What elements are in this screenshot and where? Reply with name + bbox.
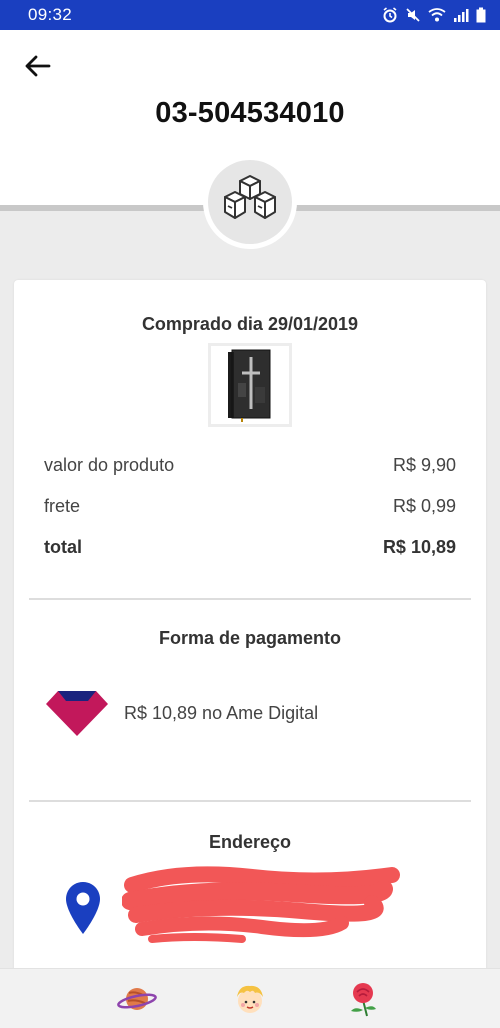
bottom-navigation — [0, 968, 500, 1028]
arrow-left-icon — [25, 55, 51, 77]
payment-description: R$ 10,89 no Ame Digital — [124, 702, 319, 723]
total-amount: R$ 10,89 — [382, 537, 456, 557]
freight-amount: R$ 0,99 — [392, 496, 456, 516]
total-label: total — [44, 537, 82, 557]
address-section-title: Endereço — [208, 832, 292, 852]
status-bar: 09:32 — [0, 0, 500, 30]
order-status-badge — [203, 155, 297, 249]
map-pin-icon — [64, 880, 102, 941]
signal-icon — [454, 9, 469, 22]
total-row: total R$ 10,89 — [44, 537, 456, 558]
wifi-icon — [428, 8, 446, 22]
payment-method: R$ 10,89 no Ame Digital — [44, 688, 318, 738]
nav-profile[interactable] — [226, 975, 274, 1023]
divider — [29, 800, 471, 802]
payment-section-title: Forma de pagamento — [158, 628, 342, 648]
nav-rose[interactable] — [339, 975, 387, 1023]
freight-row: frete R$ 0,99 — [44, 496, 456, 517]
boxes-icon — [224, 175, 276, 219]
divider — [29, 598, 471, 600]
order-details-card: Comprado dia 29/01/2019 valor do produto… — [14, 280, 486, 1000]
product-value-label: valor do produto — [44, 455, 175, 475]
rose-icon — [351, 982, 377, 1016]
badge-background — [208, 160, 292, 244]
planet-icon — [116, 987, 157, 1010]
ame-digital-logo — [46, 691, 108, 736]
back-button[interactable] — [18, 50, 56, 82]
book-cover-image — [228, 349, 271, 422]
mute-icon — [406, 8, 420, 22]
battery-icon — [476, 7, 486, 23]
redaction-scribble — [122, 866, 400, 943]
order-number: 03-504534010 — [155, 97, 345, 129]
product-thumbnail[interactable] — [208, 343, 292, 427]
nav-planet[interactable] — [113, 975, 161, 1023]
freight-label: frete — [44, 496, 81, 516]
product-value-row: valor do produto R$ 9,90 — [44, 455, 456, 476]
alarm-icon — [383, 7, 397, 23]
child-avatar-icon — [236, 985, 263, 1013]
status-time: 09:32 — [28, 5, 73, 24]
purchase-date: Comprado dia 29/01/2019 — [141, 314, 359, 334]
product-value-amount: R$ 9,90 — [392, 455, 456, 475]
status-icons — [382, 7, 486, 23]
